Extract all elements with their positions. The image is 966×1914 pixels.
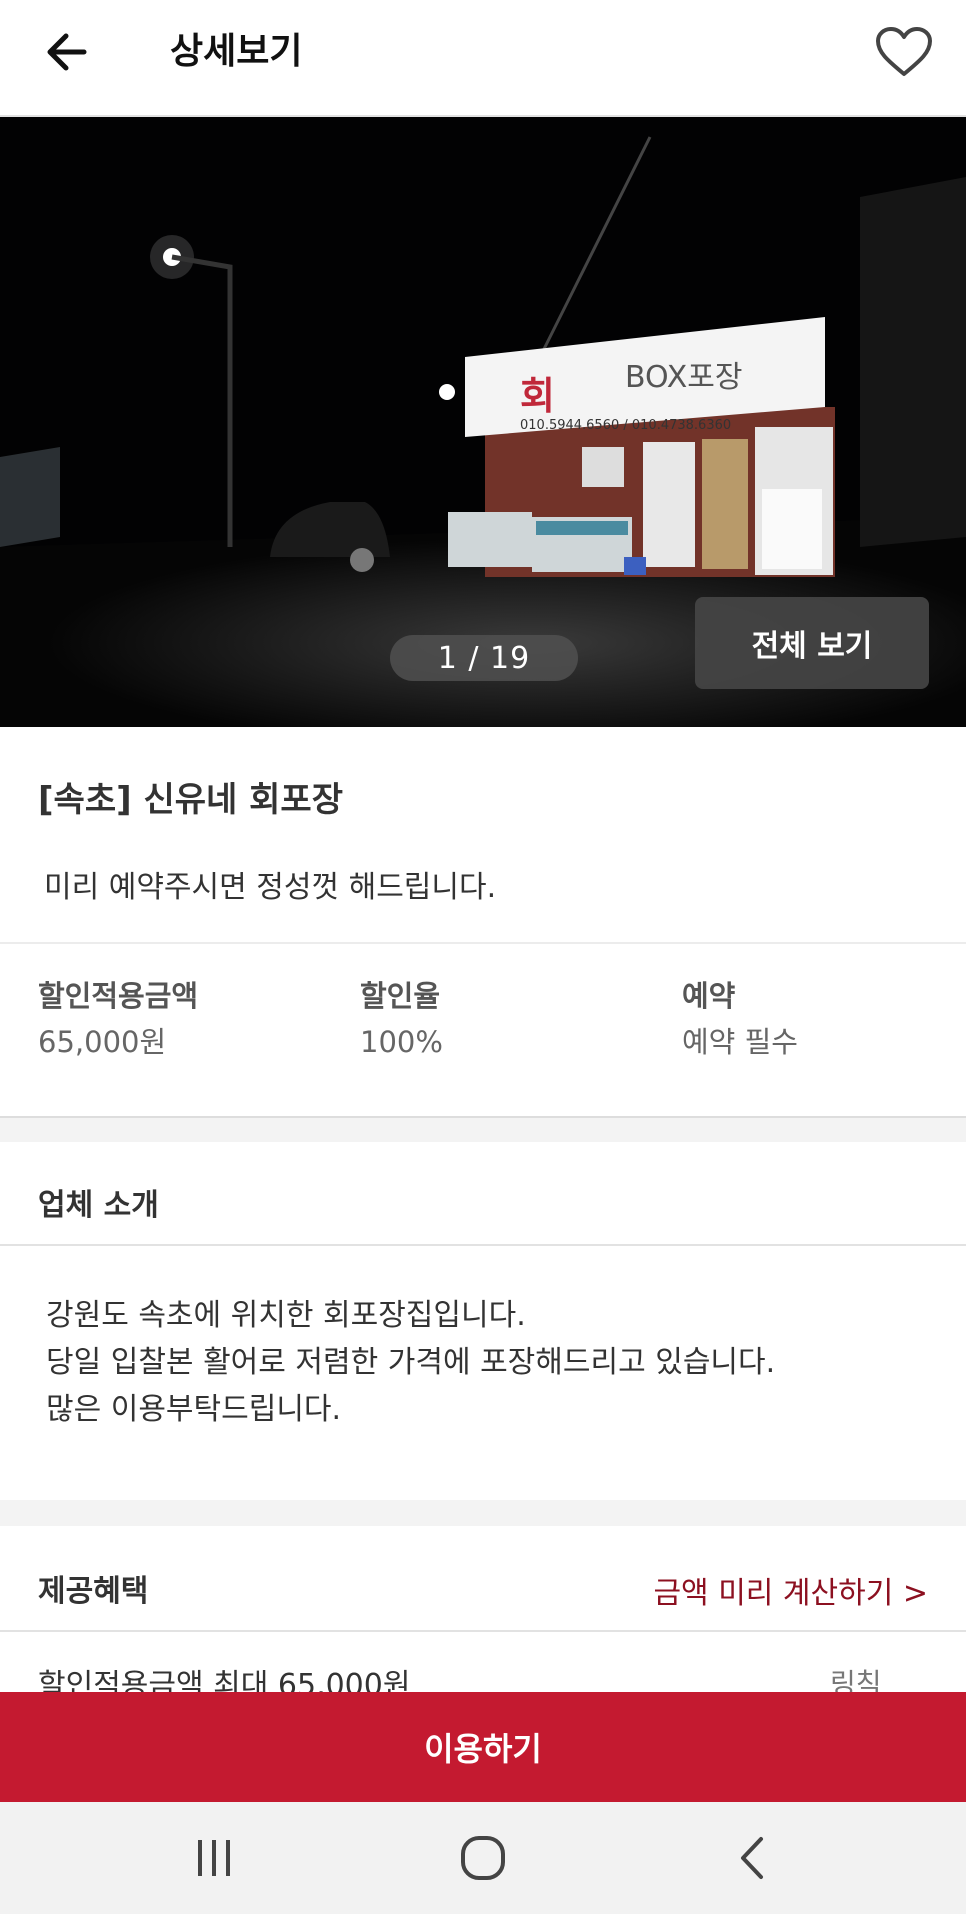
system-nav-bar bbox=[0, 1802, 966, 1914]
info-value: 100% bbox=[360, 1025, 443, 1059]
shop-description: 미리 예약주시면 정성껏 해드립니다. bbox=[44, 870, 497, 905]
system-back-icon[interactable] bbox=[722, 1828, 782, 1888]
benefits-title: 제공혜택 bbox=[38, 1574, 149, 1609]
info-discount-rate: 할인율 100% bbox=[360, 975, 443, 1063]
intro-title: 업체 소개 bbox=[38, 1188, 159, 1223]
use-button[interactable]: 이용하기 bbox=[0, 1692, 966, 1802]
info-discount-amount: 할인적용금액 65,000원 bbox=[38, 975, 198, 1063]
sign-box-text: BOX포장 bbox=[625, 360, 743, 395]
info-label: 할인율 bbox=[360, 979, 441, 1013]
divider bbox=[0, 942, 966, 944]
divider bbox=[0, 1244, 966, 1246]
view-all-button[interactable]: 전체 보기 bbox=[695, 597, 929, 689]
info-value: 65,000원 bbox=[38, 1025, 167, 1059]
divider bbox=[0, 1630, 966, 1632]
info-label: 할인적용금액 bbox=[38, 979, 199, 1013]
recents-icon[interactable] bbox=[184, 1828, 244, 1888]
sign-phone-text: 010.5944.6560 / 010.4738.6360 bbox=[520, 418, 731, 433]
intro-line: 많은 이용부탁드립니다. bbox=[46, 1392, 342, 1427]
photo-gallery[interactable]: 회 BOX포장 010.5944.6560 / 010.4738.6360 1 … bbox=[0, 117, 966, 727]
shop-name: [속초] 신유네 회포장 bbox=[38, 780, 343, 820]
home-icon[interactable] bbox=[453, 1828, 513, 1888]
back-arrow-icon[interactable] bbox=[36, 22, 96, 82]
heart-outline-icon[interactable] bbox=[872, 20, 936, 84]
page-title: 상세보기 bbox=[170, 31, 303, 72]
section-separator bbox=[0, 1500, 966, 1526]
section-separator bbox=[0, 1116, 966, 1142]
sign-main-text: 회 bbox=[520, 374, 555, 418]
info-reservation: 예약 예약 필수 bbox=[682, 975, 798, 1063]
app-bar: 상세보기 bbox=[0, 0, 966, 117]
intro-line: 강원도 속초에 위치한 회포장집입니다. bbox=[46, 1298, 526, 1333]
calculate-price-link[interactable]: 금액 미리 계산하기 > bbox=[653, 1568, 928, 1612]
info-value: 예약 필수 bbox=[682, 1025, 798, 1059]
info-label: 예약 bbox=[682, 979, 736, 1013]
intro-text: 강원도 속초에 위치한 회포장집입니다. 당일 입찰본 활어로 저렴한 가격에 … bbox=[46, 1292, 775, 1433]
intro-line: 당일 입찰본 활어로 저렴한 가격에 포장해드리고 있습니다. bbox=[46, 1345, 776, 1380]
photo-counter: 1 / 19 bbox=[390, 635, 578, 681]
